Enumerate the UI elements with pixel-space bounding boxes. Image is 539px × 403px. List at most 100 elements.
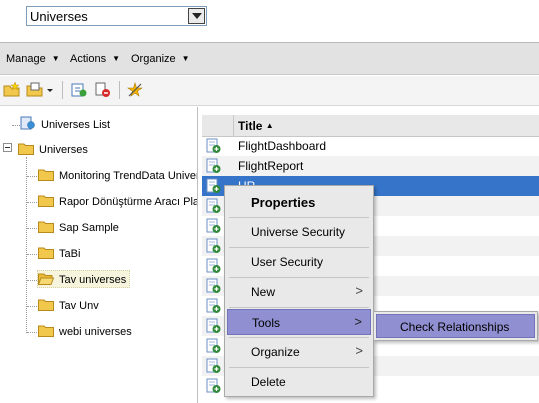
tree-connector xyxy=(12,125,20,126)
menu-divider xyxy=(229,367,369,368)
title-column-header[interactable]: Title ▲ xyxy=(238,119,274,133)
new-object-icon[interactable] xyxy=(26,82,44,98)
open-folder-icon xyxy=(37,272,55,285)
menu-organize-label: Organize xyxy=(131,53,176,65)
menu-item-new[interactable]: New > xyxy=(227,279,371,305)
row-title: FlightDashboard xyxy=(238,139,327,153)
tree-item-webi-universes[interactable]: webi universes xyxy=(38,323,132,341)
menu-item-label: Properties xyxy=(251,195,316,210)
menu-item-label: Universe Security xyxy=(251,225,346,239)
tools-submenu: Check Relationships xyxy=(373,311,538,341)
context-menu: Properties Universe Security User Securi… xyxy=(224,185,374,397)
universe-list-icon xyxy=(20,116,36,130)
menu-item-properties[interactable]: Properties xyxy=(227,189,371,215)
tree-item-label: Universes List xyxy=(41,119,111,131)
universe-icon xyxy=(206,318,222,334)
caret-down-icon: ▼ xyxy=(181,54,190,63)
view-select-value: Universes xyxy=(30,9,88,24)
toolbar-divider xyxy=(119,81,120,99)
dropdown-icon[interactable] xyxy=(45,82,55,98)
universe-icon xyxy=(206,338,222,354)
tree-item-label: webi universes xyxy=(59,326,132,338)
menu-item-label: Tools xyxy=(252,316,281,330)
toolbar-divider xyxy=(62,81,63,99)
universe-icon xyxy=(206,158,222,174)
tree-item-label: TaBi xyxy=(59,248,81,260)
menu-item-label: Delete xyxy=(251,375,286,389)
universe-icon xyxy=(206,198,222,214)
view-select[interactable]: Universes xyxy=(26,6,207,26)
menu-item-universe-security[interactable]: Universe Security xyxy=(227,219,371,245)
universe-icon xyxy=(206,358,222,374)
universe-icon xyxy=(206,278,222,294)
tree-item-label: Rapor Dönüştürme Aracı Platf xyxy=(59,196,198,208)
tree-item-universes[interactable]: Universes xyxy=(18,141,88,159)
tree-item-tav-universes[interactable]: Tav universes xyxy=(37,270,131,288)
menu-manage-label: Manage xyxy=(6,53,46,65)
tree-item-rapor[interactable]: Rapor Dönüştürme Aracı Platf xyxy=(38,193,198,211)
universe-icon xyxy=(206,378,222,394)
row-title: FlightReport xyxy=(238,159,304,173)
chevron-right-icon: > xyxy=(354,314,362,329)
tree-item-label: Tav Unv xyxy=(59,300,99,312)
menu-actions-label: Actions xyxy=(70,53,107,65)
caret-down-icon: ▼ xyxy=(51,54,60,63)
folder-icon xyxy=(38,246,54,259)
menu-item-delete[interactable]: Delete xyxy=(227,369,371,395)
refresh-icon[interactable] xyxy=(70,82,88,98)
table-row[interactable]: FlightDashboard xyxy=(202,136,539,156)
universe-icon xyxy=(206,298,222,314)
menu-divider xyxy=(229,217,369,218)
menu-item-organize[interactable]: Organize > xyxy=(227,339,371,365)
tree-connector xyxy=(27,306,37,307)
universe-icon xyxy=(206,218,222,234)
tree-item-label: Sap Sample xyxy=(59,222,119,234)
menu-item-check-relationships[interactable]: Check Relationships xyxy=(376,314,535,338)
universe-icon xyxy=(206,178,222,194)
tree-item-sap-sample[interactable]: Sap Sample xyxy=(38,219,119,237)
menu-item-label: Organize xyxy=(251,345,300,359)
menu-bar: Manage ▼ Actions ▼ Organize ▼ xyxy=(0,42,539,75)
menu-divider xyxy=(229,247,369,248)
sort-ascending-icon: ▲ xyxy=(265,121,274,130)
folder-icon xyxy=(38,194,54,207)
menu-item-label: User Security xyxy=(251,255,324,269)
tree-connector xyxy=(27,254,37,255)
folder-icon xyxy=(38,168,54,181)
collapse-toggle[interactable] xyxy=(3,143,12,152)
menu-divider xyxy=(229,337,369,338)
new-folder-icon[interactable] xyxy=(3,81,21,98)
menu-item-tools[interactable]: Tools > xyxy=(227,309,371,335)
tree-item-tav-unv[interactable]: Tav Unv xyxy=(38,297,99,315)
universe-icon xyxy=(206,238,222,254)
chevron-down-icon[interactable] xyxy=(188,8,205,24)
folder-tree: Universes List Universes Monitoring Tren… xyxy=(0,107,198,403)
menu-divider xyxy=(229,277,369,278)
menu-item-user-security[interactable]: User Security xyxy=(227,249,371,275)
universe-icon xyxy=(206,258,222,274)
menu-item-label: Check Relationships xyxy=(400,320,510,334)
menu-manage[interactable]: Manage ▼ xyxy=(6,53,60,65)
icon-column-header[interactable] xyxy=(202,115,234,137)
tools-star-icon[interactable] xyxy=(126,81,144,98)
menu-actions[interactable]: Actions ▼ xyxy=(70,53,120,65)
tree-item-universes-list[interactable]: Universes List xyxy=(20,116,110,134)
table-row[interactable]: FlightReport xyxy=(202,156,539,176)
tree-item-label: Universes xyxy=(39,144,88,156)
tree-item-label: Tav universes xyxy=(59,274,127,286)
chevron-right-icon: > xyxy=(355,343,363,358)
tree-item-monitoring[interactable]: Monitoring TrendData Univers xyxy=(38,167,198,185)
folder-icon xyxy=(38,324,54,337)
tree-item-label: Monitoring TrendData Univers xyxy=(59,170,198,182)
delete-icon[interactable] xyxy=(94,82,112,98)
folder-icon xyxy=(38,298,54,311)
tree-connector xyxy=(27,280,37,281)
icon-toolbar xyxy=(0,76,539,106)
title-column-label: Title xyxy=(238,119,263,133)
chevron-right-icon: > xyxy=(355,283,363,298)
folder-icon xyxy=(38,220,54,233)
tree-item-tabi[interactable]: TaBi xyxy=(38,245,80,263)
folder-icon xyxy=(18,142,34,155)
caret-down-icon: ▼ xyxy=(112,54,120,63)
menu-organize[interactable]: Organize ▼ xyxy=(131,53,190,65)
